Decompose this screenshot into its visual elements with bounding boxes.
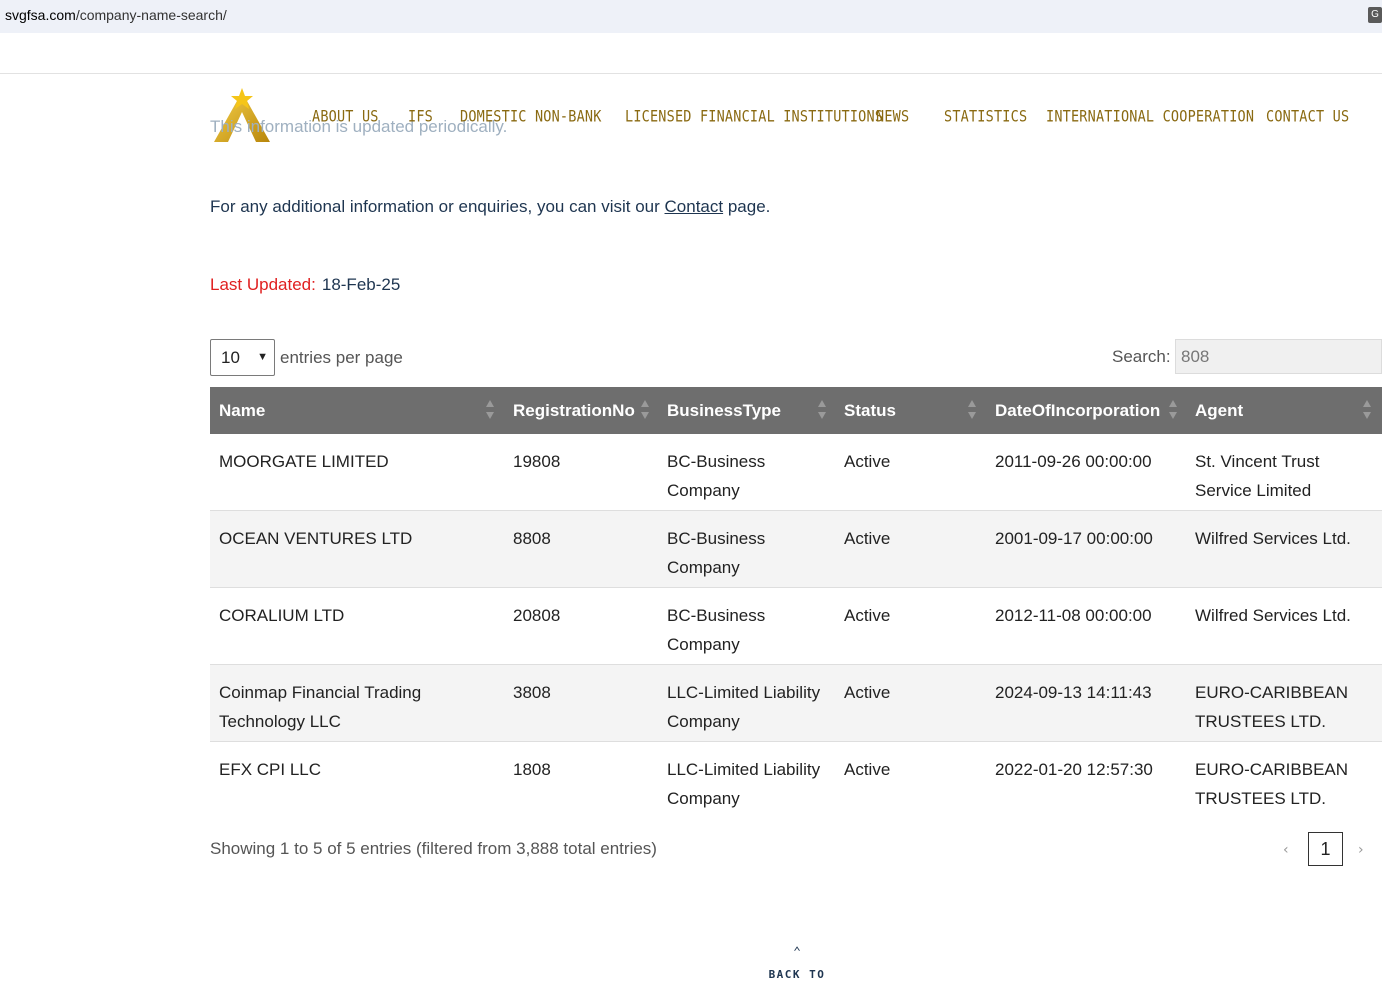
last-updated-label: Last Updated:: [210, 275, 316, 294]
cell-agent: Wilfred Services Ltd.: [1195, 529, 1351, 548]
header-date-of-incorporation[interactable]: DateOfIncorporation: [995, 387, 1160, 434]
sort-icon[interactable]: [818, 400, 826, 422]
cell-date: 2011-09-26 00:00:00: [995, 452, 1152, 471]
page-size-value: 10: [221, 348, 240, 367]
cell-name: EFX CPI LLC: [219, 760, 322, 779]
cell-date: 2012-11-08 00:00:00: [995, 606, 1152, 625]
cell-status: Active: [844, 529, 891, 548]
cell-agent: Wilfred Services Ltd.: [1195, 606, 1351, 625]
nav-international-cooperation[interactable]: INTERNATIONAL COOPERATION: [1046, 108, 1254, 126]
cell-registration-no: 8808: [513, 529, 551, 548]
translate-icon[interactable]: G: [1368, 7, 1382, 23]
info-before: For any additional information or enquir…: [210, 197, 665, 216]
table-row[interactable]: OCEAN VENTURES LTD 8808 BC-Business Comp…: [210, 511, 1382, 588]
url-host: svgfsa.com: [5, 7, 76, 23]
cell-name: MOORGATE LIMITED: [219, 452, 389, 471]
cell-name: OCEAN VENTURES LTD: [219, 529, 413, 548]
nav-ifs[interactable]: IFS: [408, 108, 433, 126]
contact-link[interactable]: Contact: [665, 197, 724, 216]
url-path: /company-name-search/: [75, 7, 227, 23]
nav-statistics[interactable]: STATISTICS: [944, 108, 1027, 126]
last-updated-value: 18-Feb-25: [321, 275, 401, 294]
nav-news[interactable]: NEWS: [876, 108, 909, 126]
cell-registration-no: 1808: [513, 760, 551, 779]
divider: [0, 73, 1382, 74]
cell-status: Active: [844, 606, 891, 625]
pagination-page-1[interactable]: 1: [1308, 832, 1343, 866]
header-business-type[interactable]: BusinessType: [667, 387, 781, 434]
cell-status: Active: [844, 452, 891, 471]
table-header: Name RegistrationNo BusinessType Status …: [210, 387, 1382, 434]
info-after: page.: [723, 197, 771, 216]
cell-agent: EURO-CARIBBEAN TRUSTEES LTD.: [1195, 683, 1349, 731]
header-agent[interactable]: Agent: [1195, 387, 1243, 434]
search-label: Search:: [1112, 347, 1171, 366]
last-updated: Last Updated: 18-Feb-25: [210, 275, 400, 295]
table-row[interactable]: CORALIUM LTD 20808 BC-Business Company A…: [210, 588, 1382, 665]
table-row[interactable]: EFX CPI LLC 1808 LLC-Limited Liability C…: [210, 742, 1382, 822]
cell-registration-no: 19808: [513, 452, 561, 471]
cell-business-type: BC-Business Company: [667, 452, 766, 500]
nav-about-us[interactable]: ABOUT US: [312, 108, 379, 126]
cell-registration-no: 3808: [513, 683, 551, 702]
header-status[interactable]: Status: [844, 387, 896, 434]
cell-business-type: LLC-Limited Liability Company: [667, 760, 821, 808]
back-to-top-button[interactable]: ⌃ BACK TO TOP: [757, 945, 837, 982]
cell-business-type: BC-Business Company: [667, 606, 766, 654]
cell-business-type: BC-Business Company: [667, 529, 766, 577]
nav-domestic-non-bank[interactable]: DOMESTIC NON-BANK: [460, 108, 602, 126]
pagination-next[interactable]: ›: [1358, 842, 1364, 858]
sort-icon[interactable]: [486, 400, 494, 422]
back-to-top-label: BACK TO TOP: [768, 968, 826, 982]
header-registration-no[interactable]: RegistrationNo: [513, 387, 635, 434]
cell-status: Active: [844, 683, 891, 702]
entries-label: entries per page: [280, 348, 403, 367]
search-input[interactable]: 808: [1175, 339, 1382, 374]
nav-licensed-financial-institutions[interactable]: LICENSED FINANCIAL INSTITUTIONS: [625, 108, 883, 126]
header-name[interactable]: Name: [219, 387, 265, 434]
cell-name: Coinmap Financial Trading Technology LLC: [219, 683, 422, 731]
showing-entries-text: Showing 1 to 5 of 5 entries (filtered fr…: [210, 839, 657, 858]
cell-business-type: LLC-Limited Liability Company: [667, 683, 821, 731]
chevron-up-icon: ⌃: [793, 945, 801, 960]
cell-date: 2001-09-17 00:00:00: [995, 529, 1153, 548]
table-row[interactable]: Coinmap Financial Trading Technology LLC…: [210, 665, 1382, 742]
table-row[interactable]: MOORGATE LIMITED 19808 BC-Business Compa…: [210, 434, 1382, 511]
sort-icon[interactable]: [1363, 400, 1371, 422]
pagination-prev[interactable]: ‹: [1283, 842, 1289, 858]
cell-registration-no: 20808: [513, 606, 561, 625]
sort-icon[interactable]: [968, 400, 976, 422]
cell-agent: EURO-CARIBBEAN TRUSTEES LTD.: [1195, 760, 1349, 808]
cell-status: Active: [844, 760, 891, 779]
sort-icon[interactable]: [641, 400, 649, 422]
cell-name: CORALIUM LTD: [219, 606, 345, 625]
browser-url-bar[interactable]: svgfsa.com/company-name-search/ G: [0, 0, 1382, 33]
cell-date: 2022-01-20 12:57:30: [995, 760, 1153, 779]
sort-icon[interactable]: [1169, 400, 1177, 422]
entries-per-page-select[interactable]: 10 ▼: [210, 339, 275, 376]
cell-date: 2024-09-13 14:11:43: [995, 683, 1152, 702]
url-text[interactable]: svgfsa.com/company-name-search/: [5, 7, 227, 23]
info-text: For any additional information or enquir…: [210, 197, 770, 217]
companies-table: Name RegistrationNo BusinessType Status …: [210, 387, 1382, 822]
cell-agent: St. Vincent Trust Service Limited: [1195, 452, 1320, 500]
nav-contact-us[interactable]: CONTACT US: [1266, 108, 1349, 126]
chevron-down-icon: ▼: [257, 351, 268, 363]
